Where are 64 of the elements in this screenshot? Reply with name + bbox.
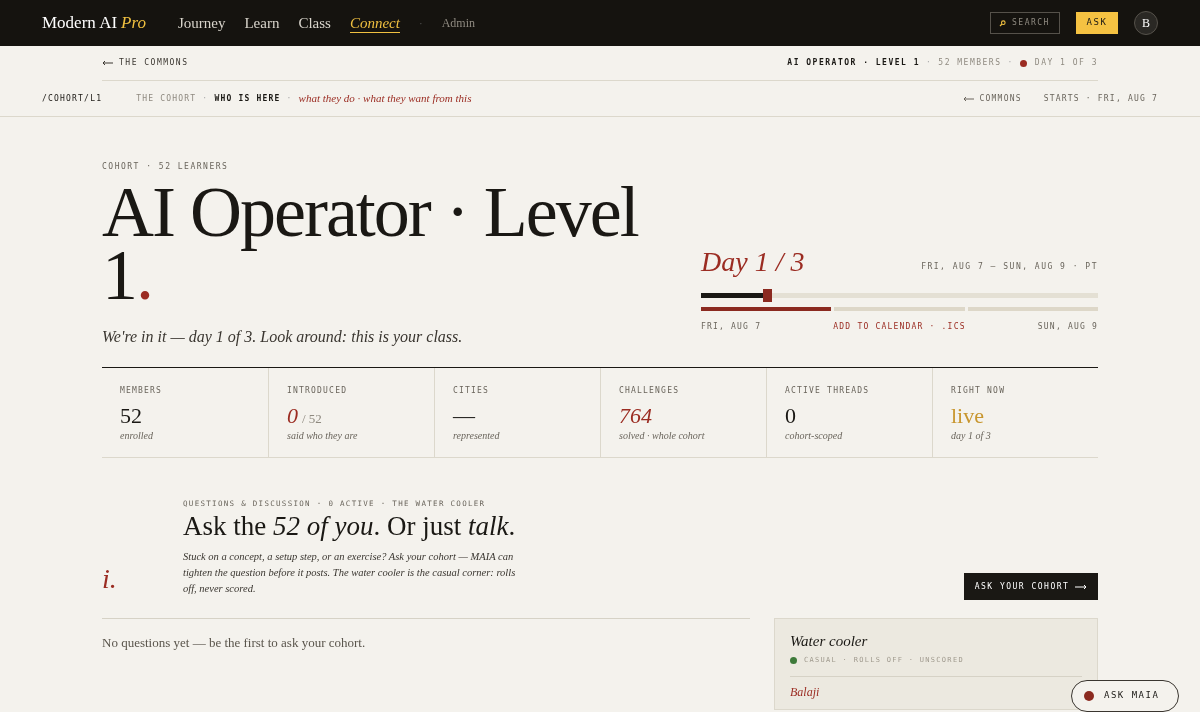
brand-name: Modern AI (42, 12, 118, 35)
stat-note: cohort-scoped (785, 429, 844, 443)
nav-link[interactable]: Journey (177, 11, 226, 35)
arrow-right-icon (1075, 583, 1088, 590)
stat-label: CITIES (453, 385, 491, 397)
calendar-link[interactable]: ADD TO CALENDAR · .ICS (833, 321, 966, 333)
members-count: 52 MEMBERS (938, 57, 1002, 69)
stat-note: solved · whole cohort (619, 429, 706, 443)
back-link[interactable]: COMMONS (962, 92, 1022, 105)
admin-link[interactable]: Admin (441, 14, 475, 32)
progress-thumb[interactable] (762, 289, 772, 302)
dot-separator: · (1007, 57, 1014, 69)
stat-value: — (453, 402, 475, 430)
dot-separator: · (926, 57, 933, 69)
end-label: SUN, AUG 9 (1037, 321, 1098, 333)
section-description: Stuck on a concept, a setup step, or an exercise? Ask your cohort — MAIA can tighten the question before it posts. The water cooler is the casual corner: rolls off, never scored. (183, 550, 517, 597)
ask-button[interactable]: ASK (1076, 12, 1118, 34)
stat-note: enrolled (120, 429, 154, 443)
stat-note: day 1 of 3 (951, 429, 992, 443)
stat-note: said who they are (287, 429, 359, 443)
day-counter: DAY 1 OF 3 (1034, 57, 1098, 69)
eyebrow-label: COHORT · 52 LEARNERS (102, 161, 230, 173)
course-label: AI OPERATOR · LEVEL 1 (787, 57, 920, 69)
nav-link[interactable]: Learn (244, 11, 280, 35)
stat-label: INTRODUCED (287, 385, 349, 397)
ask-cohort-button[interactable]: ASK YOUR COHORT (964, 573, 1098, 600)
nav-separator: · (418, 15, 423, 31)
stat-value: 52 (120, 402, 142, 430)
empty-message: No questions yet — be the first to ask your cohort. (102, 634, 367, 652)
section-marker: i. (102, 562, 118, 596)
brand-accent: Pro (121, 12, 146, 35)
back-link[interactable]: THE COMMONS (102, 57, 189, 69)
dot-separator: · (202, 92, 209, 105)
stat-label: RIGHT NOW (951, 385, 1007, 397)
dot-separator: · (286, 92, 293, 105)
avatar[interactable]: B (1134, 11, 1158, 35)
section-note: what they do · what they want from this (298, 91, 472, 107)
stat-value: live (951, 402, 984, 430)
stat-label: ACTIVE THREADS (785, 385, 871, 397)
day-label: Day 1 / 3 (701, 247, 805, 277)
stat-value: 0 (287, 402, 298, 430)
current-section[interactable]: WHO IS HERE (214, 92, 281, 105)
maia-icon (1084, 691, 1094, 701)
stat-label: CHALLENGES (619, 385, 681, 397)
stat-value: 764 (619, 402, 652, 430)
panel-title: Water cooler (790, 632, 869, 651)
search-field[interactable]: SEARCH (990, 12, 1060, 34)
author-name: Balaji (790, 684, 821, 699)
intro-text: We're in it — day 1 of 3. Look around: this is your class. (102, 327, 464, 348)
stat-note: represented (453, 429, 501, 443)
arrow-left-icon (102, 60, 113, 66)
stat-label: MEMBERS (120, 385, 164, 397)
route-path: /COHORT/L1 (42, 92, 103, 105)
arrow-left-icon (962, 95, 974, 102)
search-icon (999, 19, 1006, 27)
ask-maia-button[interactable]: ASK MAIA (1071, 680, 1179, 712)
stat-value: 0 (785, 402, 796, 430)
nav-link[interactable]: Class (298, 11, 331, 35)
start-date: STARTS · FRI, AUG 7 (1043, 92, 1158, 105)
stat-total: / 52 (302, 410, 322, 428)
page-title: AI Operator · Level 1. (102, 181, 640, 307)
date-range: FRI, AUG 7 – SUN, AUG 9 · PT (921, 261, 1098, 273)
nav-link[interactable]: Connect (349, 13, 400, 33)
start-label: FRI, AUG 7 (701, 321, 762, 333)
